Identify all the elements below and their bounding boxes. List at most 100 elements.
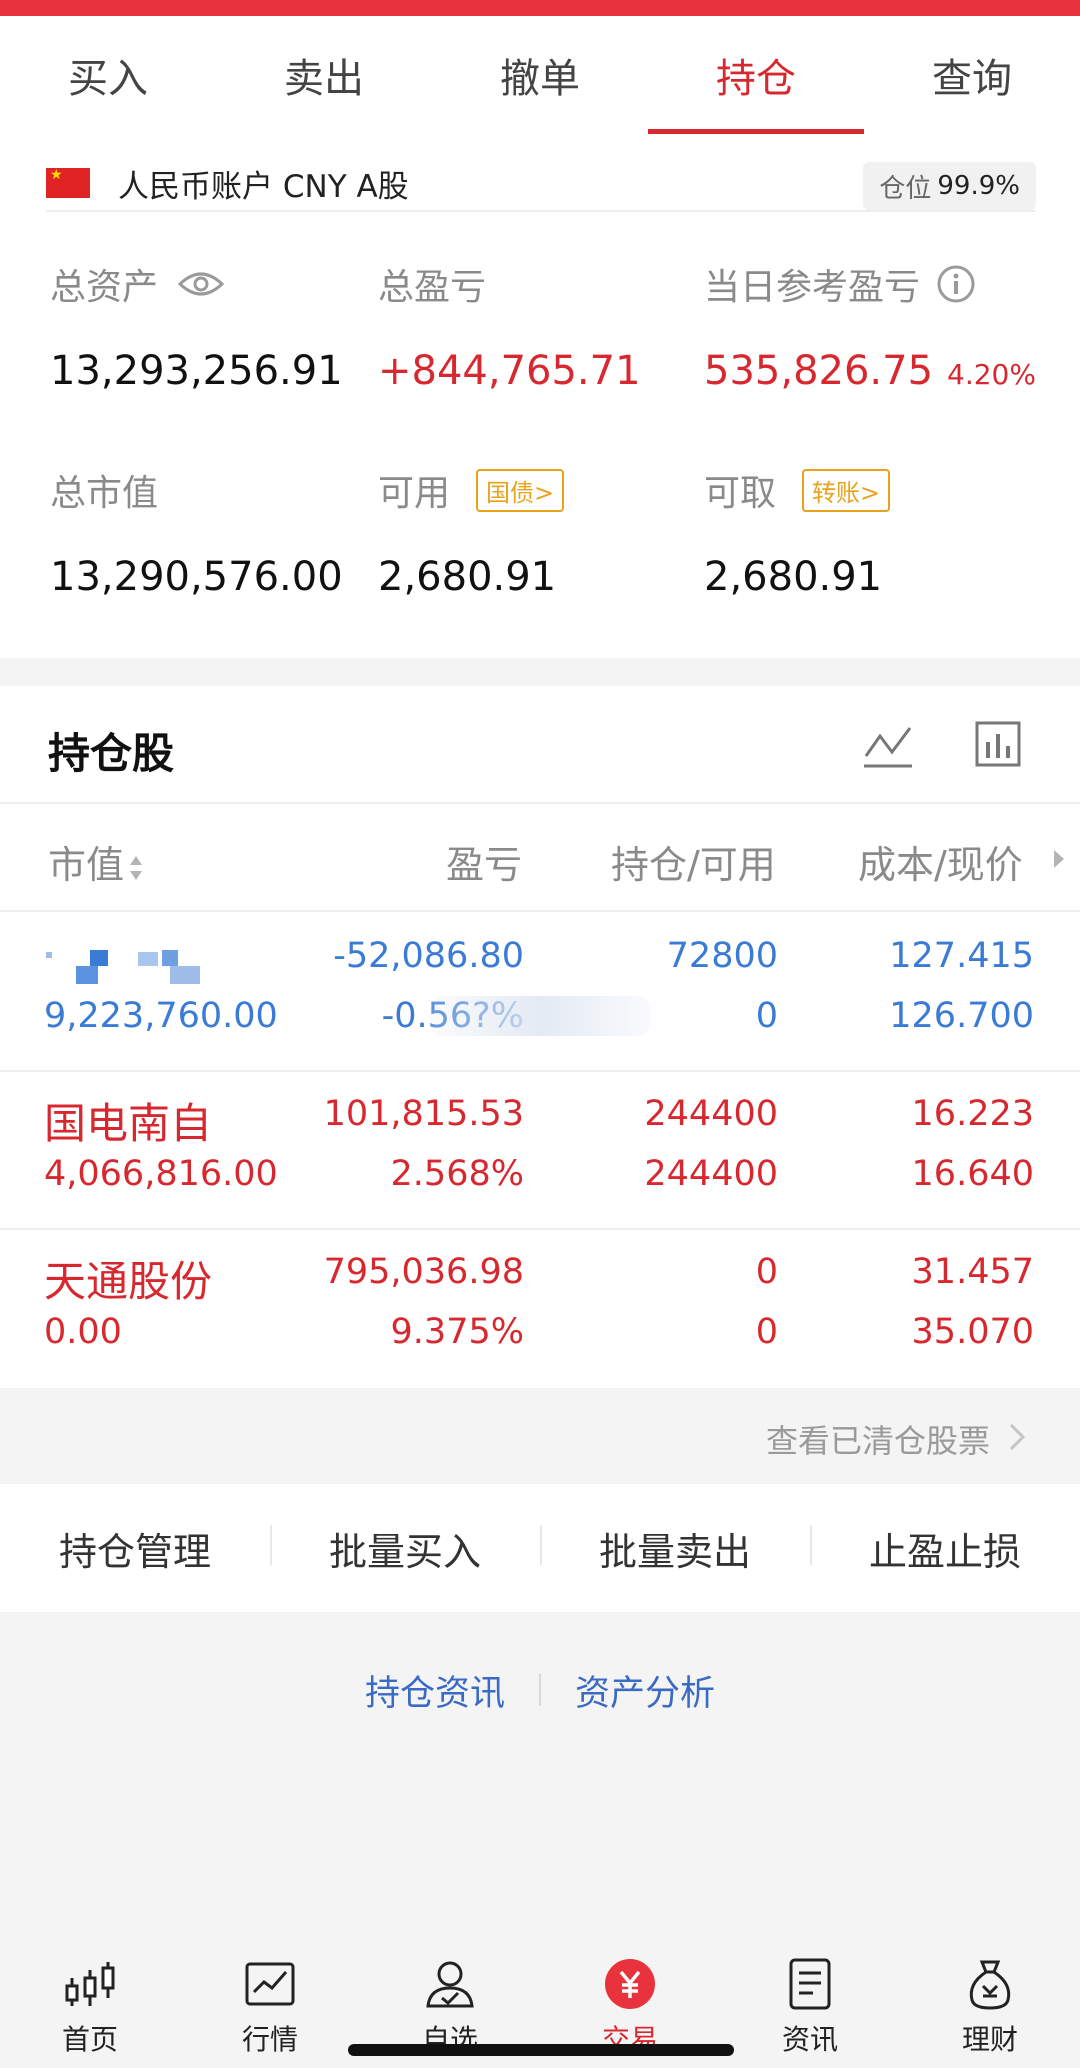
column-market-value-label: 市值 <box>48 843 125 887</box>
eye-icon[interactable] <box>178 270 225 298</box>
market-chart-icon <box>245 1962 295 2006</box>
tab-query[interactable]: 查询 <box>864 16 1080 134</box>
view-cleared-stocks-link[interactable]: 查看已清仓股票 <box>0 1388 1080 1484</box>
news-doc-icon <box>789 1958 831 2010</box>
available-stat: 可用 国债> 2,680.91 <box>378 464 565 600</box>
info-icon[interactable] <box>936 264 976 304</box>
daily-pl-stat: 当日参考盈亏 535,826.75 4.20% <box>704 258 1036 394</box>
available-value: 2,680.91 <box>378 554 557 600</box>
holding-row[interactable]: 9,223,760.00 -52,086.80 -0.56?% 72800 0 … <box>0 914 1080 1072</box>
tab-cancel-order[interactable]: 撤单 <box>432 16 648 134</box>
holding-market-value: 9,223,760.00 <box>44 996 278 1036</box>
holding-row[interactable]: 国电南自 4,066,816.00 101,815.53 2.568% 2444… <box>0 1072 1080 1230</box>
nav-news-label: 资讯 <box>781 2023 838 2056</box>
bar-chart-icon[interactable] <box>974 720 1022 768</box>
account-selector[interactable]: 人民币账户 CNY A股 仓位 99.9% <box>46 156 1036 212</box>
analysis-links: 持仓资讯 资产分析 <box>0 1660 1080 1720</box>
holding-row[interactable]: 天通股份 0.00 795,036.98 9.375% 0 0 31.457 3… <box>0 1230 1080 1388</box>
nav-market[interactable]: 行情 <box>180 1940 360 2068</box>
holding-available: 244400 <box>644 1154 778 1194</box>
caret-right-icon[interactable] <box>1052 848 1066 870</box>
total-assets-value: 13,293,256.91 <box>50 348 343 394</box>
nav-market-label: 行情 <box>241 2023 298 2056</box>
holdings-column-header: 市值 盈亏 持仓/可用 成本/现价 <box>0 802 1080 912</box>
position-label: 仓位 <box>879 173 932 204</box>
total-pl-stat: 总盈亏 +844,765.71 <box>378 258 641 394</box>
home-indicator <box>348 2044 734 2056</box>
total-pl-value: +844,765.71 <box>378 348 641 394</box>
line-chart-icon[interactable] <box>862 722 914 770</box>
candlestick-icon <box>65 1962 115 2006</box>
status-bar-accent <box>0 0 1080 16</box>
holding-stock-name: 国电南自 <box>44 1099 213 1148</box>
holdings-actions: 持仓管理 批量买入 批量卖出 止盈止损 <box>0 1484 1080 1612</box>
nav-wealth-label: 理财 <box>961 2023 1018 2056</box>
blur-overlay <box>430 996 650 1036</box>
batch-buy-button[interactable]: 批量买入 <box>270 1521 540 1576</box>
masked-stock-name <box>46 950 200 984</box>
market-value-label: 总市值 <box>50 473 159 514</box>
holding-cost: 127.415 <box>889 936 1034 976</box>
holding-price: 16.640 <box>911 1154 1034 1194</box>
withdrawable-stat: 可取 转账> 2,680.91 <box>704 464 891 600</box>
total-pl-label: 总盈亏 <box>378 267 487 308</box>
take-profit-stop-loss-button[interactable]: 止盈止损 <box>810 1521 1080 1576</box>
cleared-stocks-label: 查看已清仓股票 <box>765 1422 990 1460</box>
holding-pl-percent: 2.568% <box>390 1154 524 1194</box>
holding-market-value: 0.00 <box>44 1312 122 1352</box>
column-pl: 盈亏 <box>446 843 523 887</box>
asset-analysis-link[interactable]: 资产分析 <box>541 1665 749 1716</box>
holding-market-value: 4,066,816.00 <box>44 1154 278 1194</box>
holdings-title: 持仓股 <box>48 729 175 778</box>
tab-buy[interactable]: 买入 <box>0 16 216 134</box>
position-manage-button[interactable]: 持仓管理 <box>0 1521 270 1576</box>
batch-sell-button[interactable]: 批量卖出 <box>540 1521 810 1576</box>
account-summary: 人民币账户 CNY A股 仓位 99.9% 总资产 13,293,256.91 … <box>0 134 1080 658</box>
china-flag-icon <box>46 167 90 198</box>
transfer-tag[interactable]: 转账> <box>802 468 891 512</box>
withdrawable-label: 可取 <box>704 473 777 514</box>
holding-stock-name: 天通股份 <box>44 1257 213 1306</box>
holding-position: 244400 <box>644 1094 778 1134</box>
yuan-icon <box>605 1959 655 2009</box>
nav-home-label: 首页 <box>61 2023 118 2056</box>
holding-price: 126.700 <box>889 996 1034 1036</box>
nav-news[interactable]: 资讯 <box>720 1940 900 2068</box>
market-value-value: 13,290,576.00 <box>50 554 343 600</box>
withdrawable-value: 2,680.91 <box>704 554 883 600</box>
market-value-stat: 总市值 13,290,576.00 <box>50 464 343 600</box>
holding-price: 35.070 <box>911 1312 1034 1352</box>
position-badge: 仓位 99.9% <box>863 162 1036 210</box>
column-position: 持仓/可用 <box>611 843 776 887</box>
tab-holdings[interactable]: 持仓 <box>648 16 864 134</box>
holding-pl: 101,815.53 <box>323 1094 524 1134</box>
position-value: 99.9% <box>937 171 1020 201</box>
tab-sell[interactable]: 卖出 <box>216 16 432 134</box>
daily-pl-percent: 4.20% <box>947 358 1036 391</box>
holding-cost: 16.223 <box>911 1094 1034 1134</box>
holding-available: 0 <box>755 1312 778 1352</box>
trade-tab-bar: 买入 卖出 撤单 持仓 查询 <box>0 16 1080 134</box>
total-assets-stat: 总资产 13,293,256.91 <box>50 258 343 394</box>
holding-pl: -52,086.80 <box>333 936 524 976</box>
daily-pl-value: 535,826.75 <box>704 348 934 394</box>
column-market-value[interactable]: 市值 <box>48 834 144 889</box>
total-assets-label: 总资产 <box>50 267 159 308</box>
nav-home[interactable]: 首页 <box>0 1940 180 2068</box>
holding-pl: 795,036.98 <box>323 1252 524 1292</box>
column-cost: 成本/现价 <box>858 843 1023 887</box>
money-bag-icon <box>969 1960 1011 2010</box>
treasury-bond-tag[interactable]: 国债> <box>476 468 565 512</box>
daily-pl-label: 当日参考盈亏 <box>704 267 921 308</box>
sort-icon <box>130 855 143 880</box>
holding-position: 72800 <box>666 936 778 976</box>
holding-pl-percent: 9.375% <box>390 1312 524 1352</box>
available-label: 可用 <box>378 473 451 514</box>
chevron-right-icon <box>1009 1423 1026 1451</box>
account-name: 人民币账户 CNY A股 <box>118 168 409 205</box>
holding-available: 0 <box>755 996 778 1036</box>
holding-position: 0 <box>755 1252 778 1292</box>
nav-wealth[interactable]: 理财 <box>900 1940 1080 2068</box>
holdings-news-link[interactable]: 持仓资讯 <box>331 1665 539 1716</box>
user-check-icon <box>426 1961 474 2008</box>
